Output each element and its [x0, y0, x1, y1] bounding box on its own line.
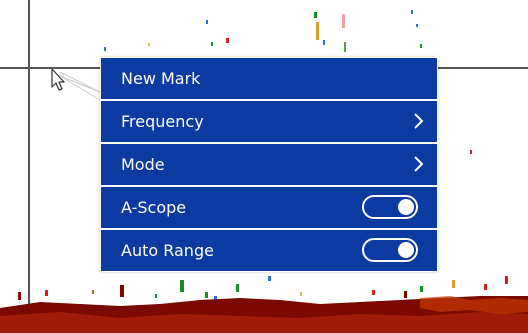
menu-item-frequency[interactable]: Frequency: [101, 101, 437, 142]
toggle-knob: [398, 242, 414, 258]
menu-item-label: New Mark: [121, 69, 201, 88]
context-menu: New Mark Frequency Mode A-Scope Auto Ran…: [100, 57, 438, 272]
menu-item-label: Mode: [121, 155, 165, 174]
menu-item-mode[interactable]: Mode: [101, 144, 437, 185]
menu-item-label: Auto Range: [121, 241, 214, 260]
menu-item-new-mark[interactable]: New Mark: [101, 58, 437, 99]
auto-range-toggle[interactable]: [362, 238, 418, 262]
menu-item-a-scope[interactable]: A-Scope: [101, 187, 437, 228]
menu-item-auto-range[interactable]: Auto Range: [101, 230, 437, 271]
a-scope-toggle[interactable]: [362, 195, 418, 219]
menu-item-label: Frequency: [121, 112, 204, 131]
chevron-right-icon: [414, 156, 424, 172]
mouse-pointer-icon: [51, 68, 65, 91]
toggle-knob: [398, 199, 414, 215]
chevron-right-icon: [414, 113, 424, 129]
menu-item-label: A-Scope: [121, 198, 187, 217]
menu-pointer-lines: [59, 71, 101, 101]
